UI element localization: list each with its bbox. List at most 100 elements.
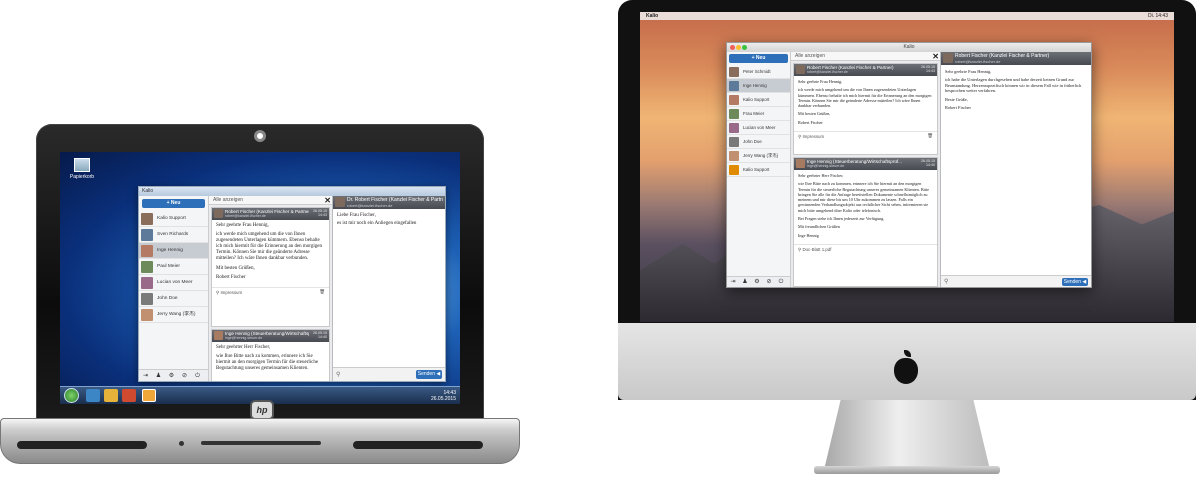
message-header: Inge Hennig (Steuerberatung/Wirtschaftsp… (794, 158, 937, 170)
media-taskbar-icon[interactable] (122, 389, 136, 402)
paperclip-icon[interactable]: ⚲ (336, 371, 340, 378)
imac-stand-foot (814, 466, 1000, 474)
thread-toolbar: Alle anzeigen ✕ (209, 196, 332, 205)
message-paragraph: wie Ihre Bitte nach zu kommen, erinnere … (216, 354, 319, 372)
filter-label[interactable]: Alle anzeigen (795, 53, 825, 59)
power-icon[interactable]: ⏻ (191, 370, 204, 381)
message-card[interactable]: Robert Fischer (Kanzlei Fischer & Partne… (211, 207, 330, 327)
settings-icon[interactable]: ⚙ (165, 370, 178, 381)
zoom-window-button[interactable] (742, 45, 747, 50)
contact-item[interactable]: John Doe (727, 135, 790, 149)
message-email: robert@kanzlei-fischer.de (225, 214, 266, 218)
avatar (796, 159, 805, 168)
avatar (943, 53, 953, 63)
contact-item[interactable]: Kalio Support (727, 163, 790, 177)
message-header: Inge Hennig (Steuerberatung/Wirtschaftsp… (212, 330, 329, 342)
thread-messages: Robert Fischer (Kanzlei Fischer & Partne… (209, 207, 332, 381)
contact-name: Lucian von Meer (157, 280, 193, 285)
contact-name: Peter Schmidt (743, 69, 771, 74)
contact-item[interactable]: Peter Schmidt (727, 65, 790, 79)
send-icon: ◀ (1082, 279, 1087, 285)
block-icon[interactable]: ⊘ (178, 370, 191, 381)
power-icon[interactable]: ⏻ (775, 277, 787, 287)
contact-item[interactable]: Kalio Support (727, 93, 790, 107)
message-paragraph: Sehr geehrter Herr Fischer, (216, 345, 271, 350)
kalio-window-imac: Kalio + Neu Peter Schmidt Inge Hennig Kali… (726, 42, 1092, 288)
close-window-button[interactable] (730, 45, 735, 50)
avatar (141, 277, 153, 289)
contact-item[interactable]: Lucian von Meer (139, 275, 208, 291)
reply-email: robert@kanzlei-fischer.de (955, 59, 1001, 64)
attachment-name: Impressum (802, 134, 825, 140)
reply-paragraph: Sehr geehrte Frau Hennig, (945, 69, 992, 74)
message-email: robert@kanzlei-fischer.de (807, 70, 848, 74)
reply-editor[interactable]: Sehr geehrte Frau Hennig, ich habe die Un… (941, 65, 1091, 117)
contact-name: Paul Meier (157, 264, 180, 269)
recycle-bin-icon[interactable]: Papierkorb (68, 158, 96, 180)
contact-item[interactable]: Paul Meier (139, 259, 208, 275)
contact-item[interactable]: Inge Hennig (727, 79, 790, 93)
reply-header: Dr. Robert Fischer (Kanzlei Fischer & Pa… (333, 196, 445, 209)
contact-item[interactable]: Frau Meier (727, 107, 790, 121)
laptop-base (0, 418, 520, 464)
reply-panel: Robert Fischer (Kanzlei Fischer & Partne… (941, 52, 1091, 287)
trash-icon[interactable]: 🗑 (927, 133, 933, 139)
send-button[interactable]: Senden ◀ (416, 370, 442, 379)
person-icon[interactable]: ♟ (152, 370, 165, 381)
new-button[interactable]: + Neu (142, 199, 205, 208)
contact-name: Kalio Support (157, 216, 186, 221)
start-button[interactable] (64, 388, 79, 403)
contact-item[interactable]: Kalio Support (139, 211, 208, 227)
thread-messages: Robert Fischer (Kanzlei Fischer & Partne… (791, 63, 940, 287)
window-title: Kalio (903, 44, 915, 50)
contact-item[interactable]: Lucian von Meer (727, 121, 790, 135)
message-card[interactable]: Inge Hennig (Steuerberatung/Wirtschaftsp… (211, 329, 330, 381)
new-button[interactable]: + Neu (729, 54, 788, 63)
contact-item[interactable]: Sven Richards (139, 227, 208, 243)
logout-icon[interactable]: ⇥ (139, 370, 152, 381)
attachment-row[interactable]: ⚲ Impressum 🗑 (212, 286, 329, 298)
contact-sidebar: + Neu Kalio Support Sven Richards Inge Hen… (139, 196, 209, 381)
avatar (729, 123, 739, 133)
block-icon[interactable]: ⊘ (763, 277, 775, 287)
logout-icon[interactable]: ⇥ (727, 277, 739, 287)
close-icon[interactable]: ✕ (932, 52, 939, 61)
attachment-row[interactable]: ⚲ Doc-Blatt 1.pdf (794, 243, 937, 255)
stage: Papierkorb Kalio + Neu Kalio Support Sven… (0, 0, 1200, 480)
webcam-icon (254, 130, 266, 142)
reply-paragraph: Liebe Frau Fischer, (337, 213, 376, 218)
thread-toolbar: Alle anzeigen ✕ (791, 52, 940, 61)
minimize-window-button[interactable] (736, 45, 741, 50)
contact-name: Inge Hennig (157, 248, 183, 253)
person-icon[interactable]: ♟ (739, 277, 751, 287)
message-paragraph: Sehr geehrte Frau Hennig, (798, 79, 843, 84)
reply-footer: ⚲ Senden ◀ (941, 275, 1091, 287)
filter-label[interactable]: Alle anzeigen (213, 197, 243, 203)
settings-icon[interactable]: ⚙ (751, 277, 763, 287)
contact-item[interactable]: Jerry Wang (李杰) (139, 307, 208, 323)
message-date: 26.05.15 14:40 (921, 159, 935, 167)
message-card[interactable]: Inge Hennig (Steuerberatung/Wirtschaftsp… (793, 157, 938, 287)
message-body: Sehr geehrte Frau Hennig, ich werde mich … (212, 220, 329, 287)
reply-footer: ⚲ Senden ◀ (333, 367, 445, 381)
close-icon[interactable]: ✕ (324, 196, 331, 205)
message-thread: Alle anzeigen ✕ Robert Fischer (Kanzlei … (791, 52, 941, 287)
paperclip-icon[interactable]: ⚲ (944, 278, 948, 285)
message-card[interactable]: Robert Fischer (Kanzlei Fischer & Partne… (793, 63, 938, 155)
window-titlebar: Kalio (727, 43, 1091, 52)
menubar-app-name[interactable]: Kalio (646, 13, 658, 19)
contact-item[interactable]: Jerry Wang (李杰) (727, 149, 790, 163)
trash-icon[interactable]: 🗑 (319, 289, 325, 295)
menubar-clock[interactable]: Di. 14:43 (1148, 12, 1168, 20)
contact-name: Sven Richards (157, 232, 189, 237)
reply-paragraph: ich habe die Unterlagen durchgesehen und… (945, 77, 1082, 94)
attachment-row[interactable]: ⚲ Impressum 🗑 (794, 131, 937, 142)
kalio-taskbar-icon[interactable] (142, 389, 156, 402)
contact-item[interactable]: Inge Hennig (139, 243, 208, 259)
explorer-taskbar-icon[interactable] (104, 389, 118, 402)
avatar (214, 331, 223, 340)
contact-item[interactable]: John Doe (139, 291, 208, 307)
send-button[interactable]: Senden ◀ (1062, 278, 1088, 286)
ie-taskbar-icon[interactable] (86, 389, 100, 402)
reply-editor[interactable]: Liebe Frau Fischer, es ist mir noch ein A… (333, 209, 445, 233)
